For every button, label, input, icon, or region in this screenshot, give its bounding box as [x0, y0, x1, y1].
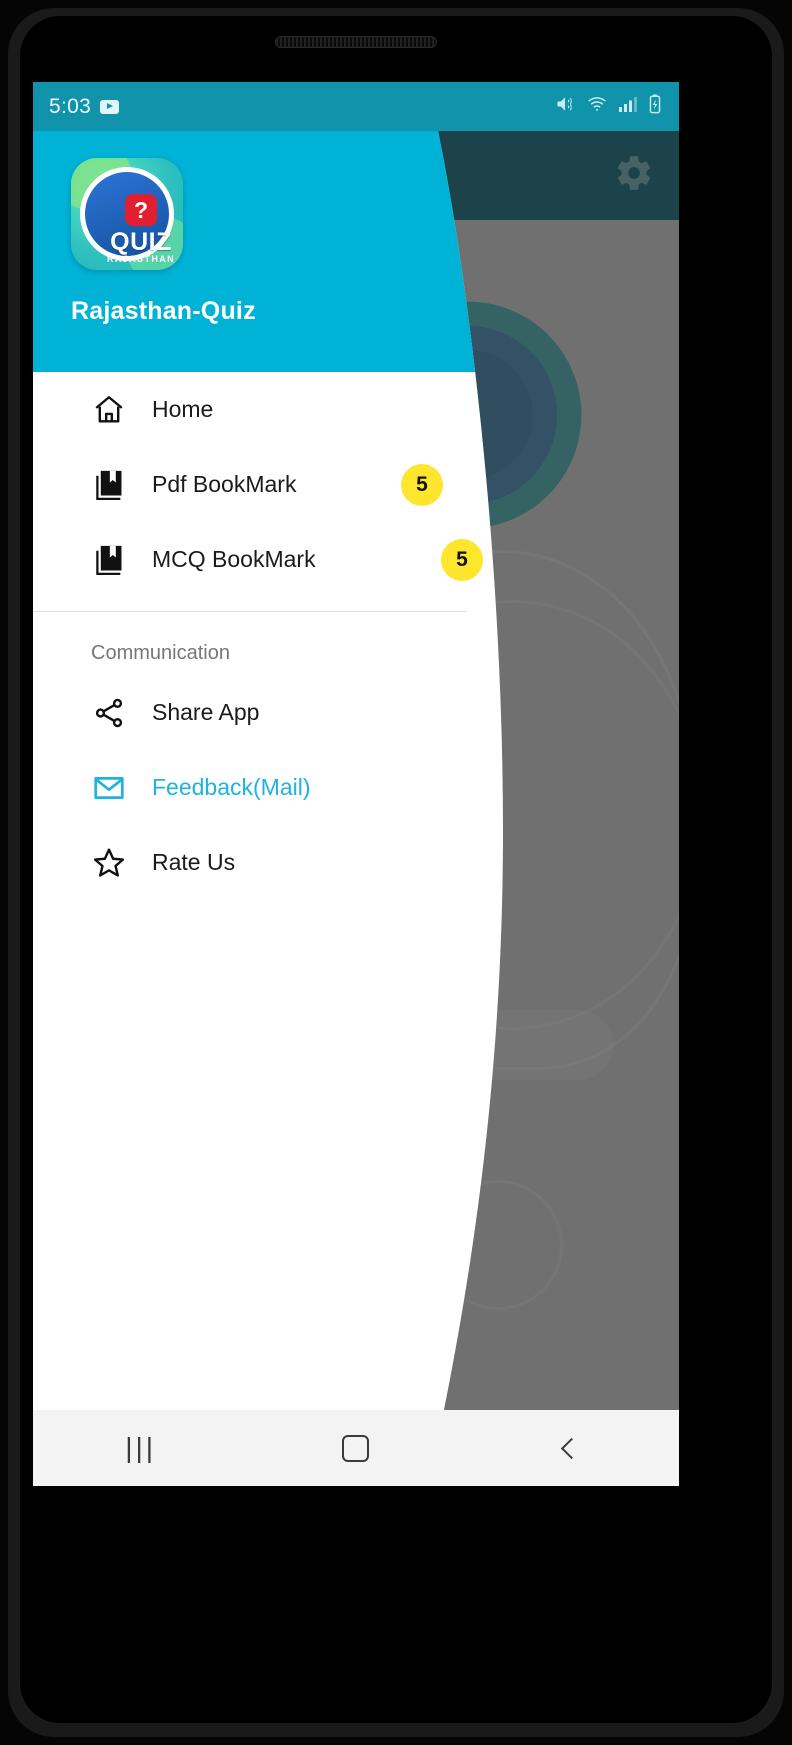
- phone-screen: 5:03 ? QUIZ RAJASTHAN Rajasthan-Quiz Hom…: [33, 82, 679, 1486]
- drawer-header: ? QUIZ RAJASTHAN Rajasthan-Quiz: [33, 131, 503, 372]
- status-time: 5:03: [49, 94, 92, 118]
- status-badge: 5: [401, 464, 443, 506]
- speaker-grille: [275, 36, 437, 48]
- sidebar-item-mcq-bookmark[interactable]: MCQ BookMark 5: [33, 522, 503, 597]
- sidebar-item-label: Pdf BookMark: [152, 471, 297, 497]
- youtube-icon: [100, 99, 120, 114]
- phone-frame: 5:03 ? QUIZ RAJASTHAN Rajasthan-Quiz Hom…: [0, 0, 792, 1745]
- home-button[interactable]: [296, 1423, 416, 1473]
- sidebar-item-home[interactable]: Home: [33, 372, 503, 447]
- sidebar-item-label: Home: [152, 396, 214, 422]
- logo-quiz-text: QUIZ: [110, 228, 172, 256]
- logo-ring: ? QUIZ RAJASTHAN: [80, 167, 174, 261]
- logo-sub-text: RAJASTHAN: [106, 254, 176, 264]
- system-navigation-bar: |||: [33, 1410, 679, 1486]
- mail-icon: [91, 770, 127, 806]
- back-button[interactable]: [511, 1423, 631, 1473]
- recents-icon: |||: [125, 1432, 157, 1463]
- bookmark-library-icon: [91, 542, 127, 578]
- drawer-menu-list: Home Pdf BookMark 5 MCQ BookMark 5 Commu…: [33, 372, 503, 900]
- sidebar-item-label: Share App: [152, 699, 260, 725]
- mute-vibrate-icon: [554, 94, 576, 119]
- back-chevron-icon: [560, 1437, 582, 1459]
- sidebar-item-label: Feedback(Mail): [152, 774, 311, 800]
- home-icon: [91, 392, 127, 428]
- sidebar-item-pdf-bookmark[interactable]: Pdf BookMark 5: [33, 447, 503, 522]
- sidebar-item-feedback-mail[interactable]: Feedback(Mail): [33, 750, 503, 825]
- status-bar-right: [554, 94, 663, 119]
- recents-button[interactable]: |||: [81, 1423, 201, 1473]
- signal-icon: [618, 95, 638, 118]
- bookmark-library-icon: [91, 467, 127, 503]
- drawer-section-title: Communication: [91, 642, 230, 664]
- sidebar-item-share-app[interactable]: Share App: [33, 675, 503, 750]
- logo-question-mark: ?: [125, 194, 157, 226]
- gear-icon[interactable]: [614, 153, 654, 193]
- app-logo-icon: ? QUIZ RAJASTHAN: [71, 158, 183, 270]
- battery-icon: [647, 94, 663, 119]
- home-square-icon: [342, 1434, 370, 1462]
- sidebar-item-label: MCQ BookMark: [152, 546, 316, 572]
- status-bar-left: 5:03: [49, 94, 120, 119]
- status-bar: 5:03: [33, 82, 679, 131]
- star-outline-icon: [91, 845, 127, 881]
- sidebar-item-label: Rate Us: [152, 849, 236, 875]
- drawer-app-title: Rajasthan-Quiz: [71, 297, 256, 325]
- share-icon: [91, 695, 127, 731]
- status-badge: 5: [441, 539, 483, 581]
- wifi-icon: [585, 94, 609, 119]
- navigation-drawer: ? QUIZ RAJASTHAN Rajasthan-Quiz Home Pdf…: [33, 131, 503, 1486]
- sidebar-item-rate-us[interactable]: Rate Us: [33, 825, 503, 900]
